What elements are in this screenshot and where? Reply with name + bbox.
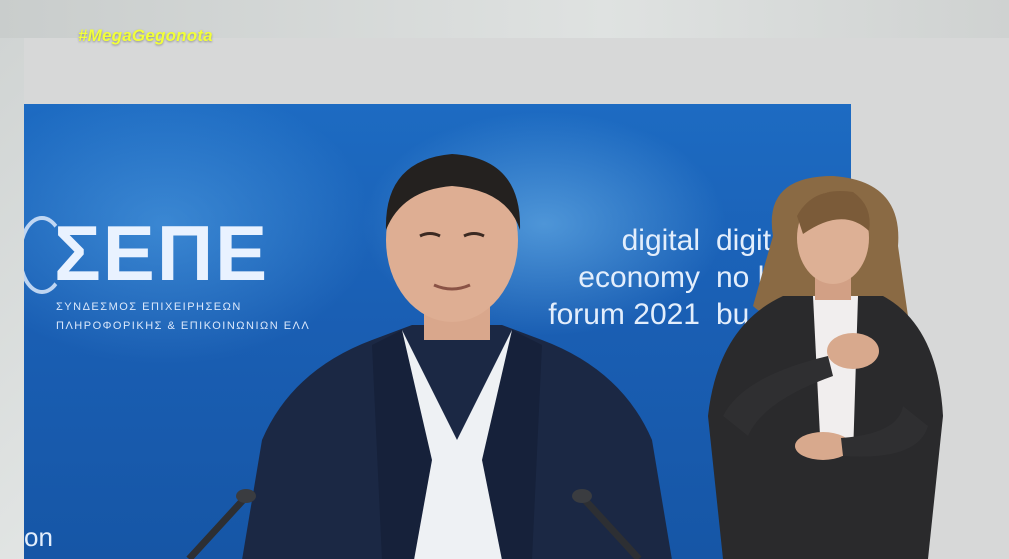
backdrop-bottom-fragment: on	[24, 522, 53, 552]
microphone-right-icon	[572, 489, 642, 559]
sign-language-interpreter	[708, 176, 943, 559]
microphone-left-icon	[186, 489, 256, 559]
show-hashtag: #MegaGegonota	[78, 26, 213, 45]
